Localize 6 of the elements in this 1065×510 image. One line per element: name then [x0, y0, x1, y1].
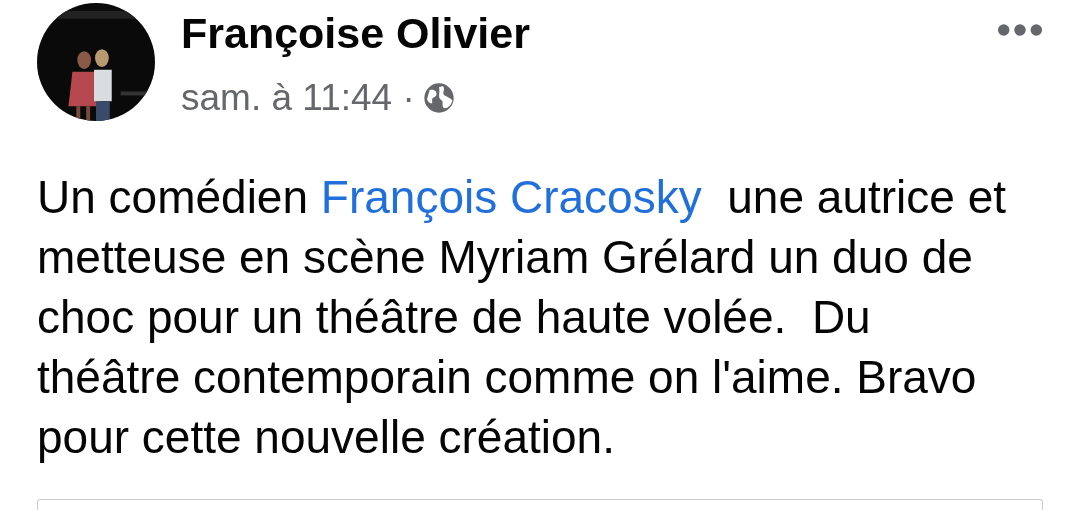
post-text: Un comédien François Cracosky une autrice et metteuse en scène Myriam Grélard un duo de choc pour un théâtre de haute volée. Du théâtre contemporain comme on l'aime. Bravo pour cette nouvelle création. — [37, 170, 1007, 465]
author-name[interactable]: Françoise Olivier — [181, 7, 997, 59]
more-icon[interactable] — [997, 23, 1043, 37]
post-time[interactable]: sam. à 11:44 · — [181, 77, 415, 119]
profile-link[interactable]: François Cracosky — [320, 171, 702, 223]
globe-icon — [422, 82, 455, 114]
